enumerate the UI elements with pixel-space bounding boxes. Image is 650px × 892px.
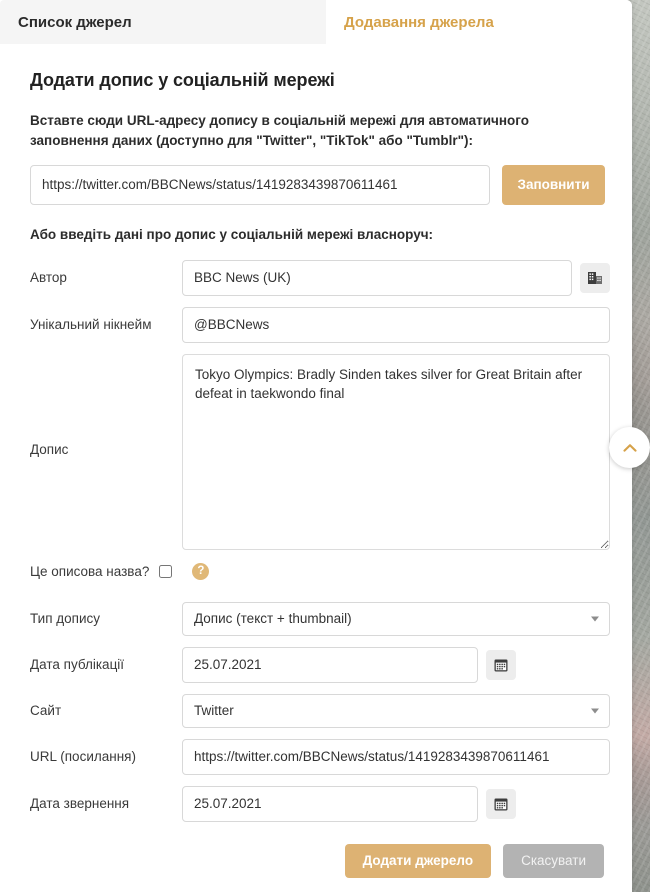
building-icon-button[interactable] bbox=[580, 262, 610, 293]
add-source-button[interactable]: Додати джерело bbox=[344, 843, 492, 878]
author-label: Автор bbox=[30, 270, 67, 285]
author-input[interactable] bbox=[182, 259, 572, 296]
tab-add-source[interactable]: Додавання джерела bbox=[326, 0, 632, 44]
url-label: URL (посилання) bbox=[30, 749, 136, 764]
access-date-input[interactable] bbox=[182, 785, 478, 822]
field-row-publish-date: Дата публікації bbox=[30, 646, 610, 683]
tab-source-list[interactable]: Список джерел bbox=[0, 0, 326, 44]
autofill-url-input[interactable] bbox=[30, 164, 490, 205]
descriptive-title-checkbox[interactable] bbox=[159, 564, 173, 578]
page-title: Додати допис у соціальній мережі bbox=[30, 70, 335, 90]
field-row-author: Автор bbox=[30, 259, 610, 296]
field-row-post: Допис Tokyo Olympics: Bradly Sinden take… bbox=[30, 353, 610, 550]
access-date-calendar-button[interactable] bbox=[486, 788, 516, 819]
field-row-url: URL (посилання) bbox=[30, 738, 610, 775]
chevron-up-icon bbox=[622, 443, 637, 452]
field-row-access-date: Дата звернення bbox=[30, 785, 610, 822]
post-type-label: Тип допису bbox=[30, 611, 100, 626]
publish-date-calendar-button[interactable] bbox=[486, 649, 516, 680]
scroll-to-top-button[interactable] bbox=[609, 427, 650, 468]
site-select[interactable]: Twitter bbox=[182, 693, 610, 728]
descriptive-title-label: Це описова назва? bbox=[30, 563, 150, 579]
manual-entry-subheading: Або введіть дані про допис у соціальній … bbox=[30, 226, 434, 242]
field-row-nickname: Унікальний нікнейм bbox=[30, 306, 610, 343]
source-form-panel: Список джерел Додавання джерела Додати д… bbox=[0, 0, 632, 892]
nickname-label: Унікальний нікнейм bbox=[30, 317, 152, 332]
publish-date-input[interactable] bbox=[182, 646, 478, 683]
url-input[interactable] bbox=[182, 738, 610, 775]
publish-date-label: Дата публікації bbox=[30, 657, 125, 672]
access-date-label: Дата звернення bbox=[30, 796, 130, 811]
help-icon[interactable]: ? bbox=[192, 562, 210, 580]
cancel-button[interactable]: Скасувати bbox=[503, 843, 604, 878]
autofill-row: Заповнити bbox=[30, 164, 610, 205]
fill-button[interactable]: Заповнити bbox=[502, 164, 605, 205]
site-label: Сайт bbox=[30, 703, 62, 718]
form-body: Додати допис у соціальній мережі Вставте… bbox=[0, 44, 632, 878]
post-type-select[interactable]: Допис (текст + thumbnail) bbox=[182, 601, 610, 636]
calendar-icon bbox=[494, 798, 508, 810]
autofill-instructions: Вставте сюди URL-адресу допису в соціаль… bbox=[30, 113, 529, 149]
field-row-site: Сайт Twitter bbox=[30, 693, 610, 728]
building-icon bbox=[588, 271, 602, 284]
post-label: Допис bbox=[30, 441, 69, 457]
field-row-post-type: Тип допису Допис (текст + thumbnail) bbox=[30, 601, 610, 636]
tab-bar: Список джерел Додавання джерела bbox=[0, 0, 632, 44]
form-actions: Додати джерело Скасувати bbox=[26, 843, 604, 878]
post-textarea[interactable]: Tokyo Olympics: Bradly Sinden takes silv… bbox=[182, 353, 610, 550]
calendar-icon bbox=[494, 659, 508, 671]
nickname-input[interactable] bbox=[182, 306, 610, 343]
descriptive-title-row: Це описова назва? ? bbox=[30, 562, 610, 580]
